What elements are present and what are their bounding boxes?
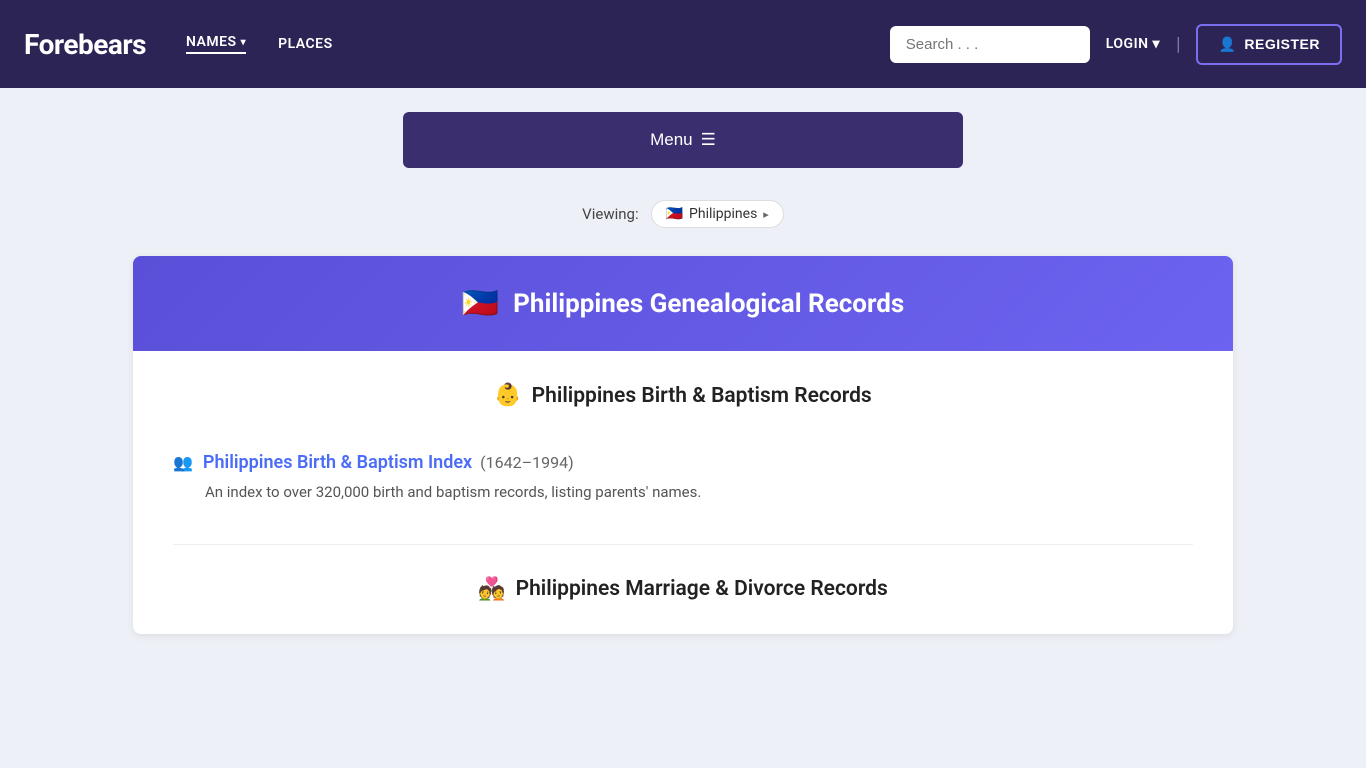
birth-baptism-index-description: An index to over 320,000 birth and bapti…	[173, 481, 1193, 504]
birth-baptism-title: Philippines Birth & Baptism Records	[532, 384, 872, 408]
content-area: Menu ☰ Viewing: 🇵🇭 Philippines ▸ 🇵🇭 Phil…	[0, 88, 1366, 658]
marriage-divorce-title: Philippines Marriage & Divorce Records	[516, 577, 888, 601]
main-card: 🇵🇭 Philippines Genealogical Records 👶 Ph…	[133, 256, 1233, 634]
birth-baptism-index-row: 👥 Philippines Birth & Baptism Index (164…	[133, 452, 1233, 536]
section-divider	[173, 544, 1193, 545]
nav-right: LOGIN ▾ | 👤 REGISTER	[890, 24, 1342, 65]
viewing-badge[interactable]: 🇵🇭 Philippines ▸	[651, 200, 784, 228]
chevron-down-icon: ▾	[241, 37, 247, 48]
menu-button[interactable]: Menu ☰	[403, 112, 963, 168]
viewing-chevron-icon: ▸	[763, 208, 769, 221]
card-body: 👶 Philippines Birth & Baptism Records 👥 …	[133, 351, 1233, 634]
nav-places-label: PLACES	[278, 36, 333, 52]
users-icon: 👥	[173, 453, 193, 472]
navbar: Forebears NAMES ▾ PLACES LOGIN ▾ | 👤 REG…	[0, 0, 1366, 88]
search-input[interactable]	[890, 26, 1090, 63]
register-label: REGISTER	[1244, 36, 1320, 52]
login-label: LOGIN	[1106, 36, 1149, 52]
marriage-divorce-section: 💑 Philippines Marriage & Divorce Records	[133, 553, 1233, 634]
nav-names-label: NAMES	[186, 34, 237, 50]
viewing-label: Viewing:	[582, 205, 638, 223]
menu-label: Menu	[650, 130, 693, 150]
birth-baptism-index-label: Philippines Birth & Baptism Index	[203, 452, 472, 473]
register-button[interactable]: 👤 REGISTER	[1196, 24, 1342, 65]
menu-icon: ☰	[701, 130, 716, 150]
marriage-divorce-header: 💑 Philippines Marriage & Divorce Records	[173, 577, 1193, 602]
nav-link-places[interactable]: PLACES	[278, 36, 333, 52]
card-header: 🇵🇭 Philippines Genealogical Records	[133, 256, 1233, 351]
birth-baptism-header: 👶 Philippines Birth & Baptism Records	[173, 383, 1193, 408]
nav-divider: |	[1176, 34, 1180, 55]
birth-baptism-index-date: (1642–1994)	[480, 453, 573, 472]
couple-icon: 💑	[478, 577, 505, 602]
login-chevron-icon: ▾	[1153, 36, 1161, 52]
login-button[interactable]: LOGIN ▾	[1106, 36, 1160, 52]
birth-baptism-section: 👶 Philippines Birth & Baptism Records	[133, 351, 1233, 452]
philippines-flag-icon: 🇵🇭	[666, 206, 683, 222]
card-header-title: Philippines Genealogical Records	[513, 289, 904, 319]
birth-baptism-index-title-row: 👥 Philippines Birth & Baptism Index (164…	[173, 452, 1193, 473]
viewing-row: Viewing: 🇵🇭 Philippines ▸	[582, 200, 784, 228]
nav-link-names[interactable]: NAMES ▾	[186, 34, 246, 54]
nav-logo[interactable]: Forebears	[24, 28, 146, 61]
card-header-flag-icon: 🇵🇭	[462, 286, 499, 321]
nav-links: NAMES ▾ PLACES	[186, 34, 890, 54]
baby-icon: 👶	[494, 383, 521, 408]
birth-baptism-index-link[interactable]: Philippines Birth & Baptism Index (1642–…	[203, 452, 574, 473]
register-person-icon: 👤	[1218, 36, 1236, 53]
viewing-country: Philippines	[689, 206, 757, 222]
